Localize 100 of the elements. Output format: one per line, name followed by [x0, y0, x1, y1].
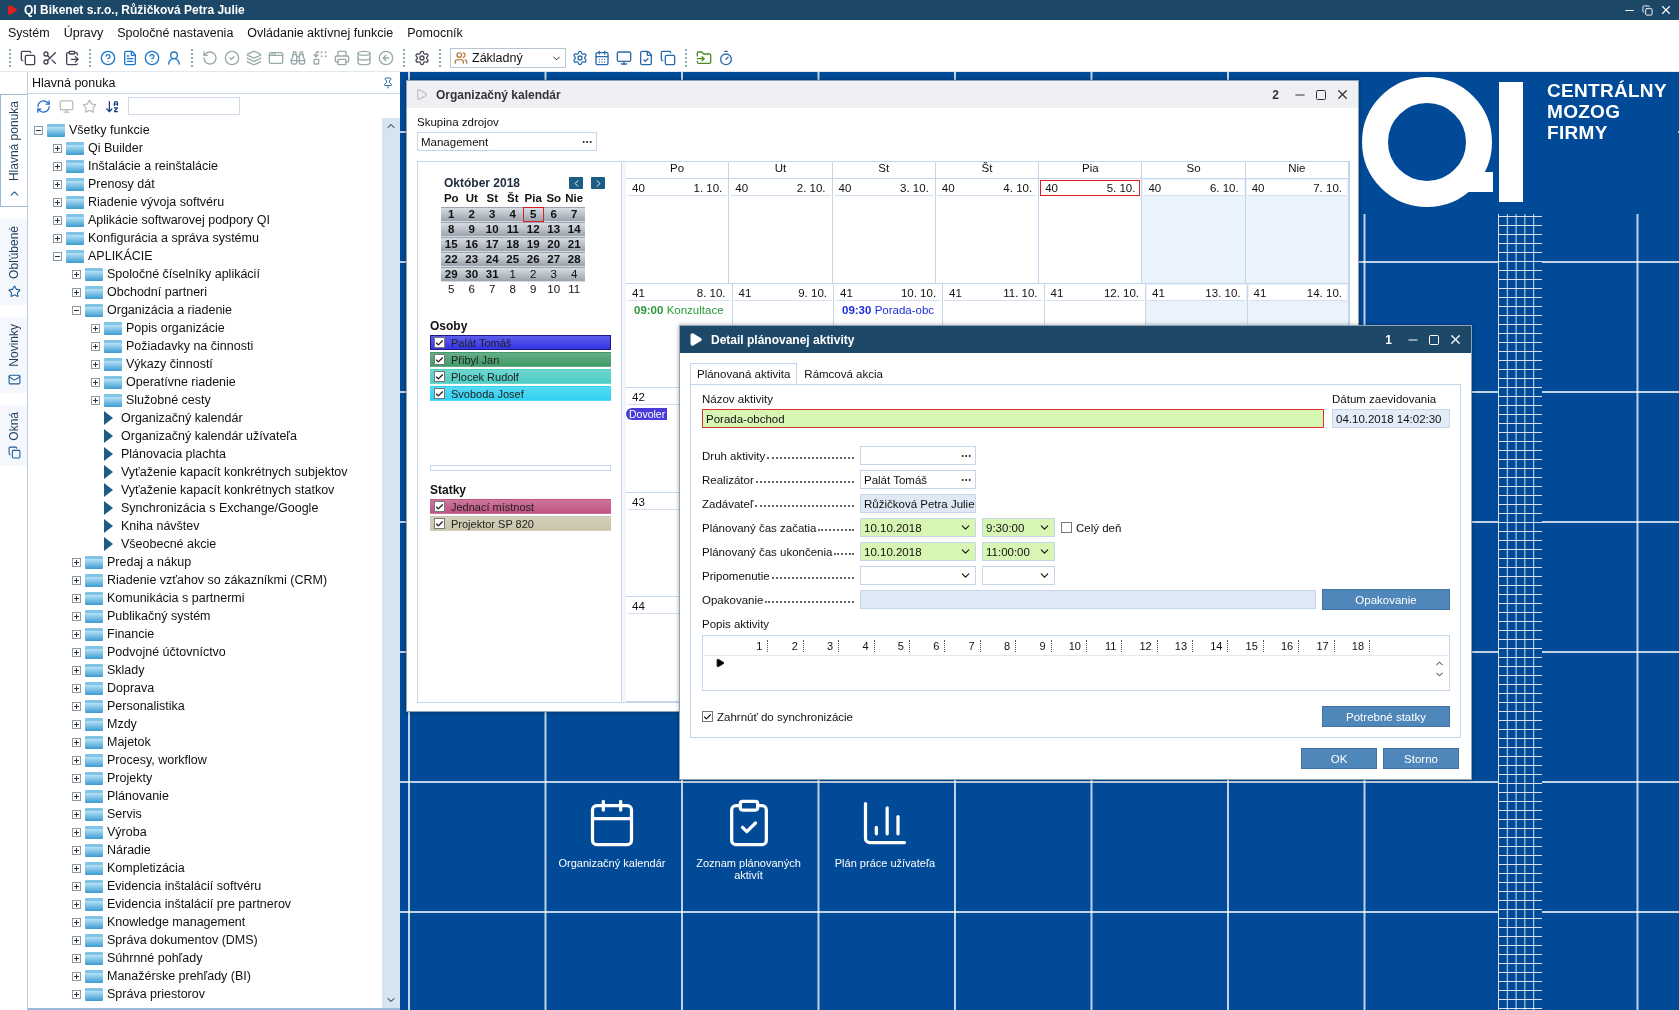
checkbox[interactable] — [1061, 522, 1072, 533]
calendar-day[interactable]: 2 — [523, 267, 544, 282]
paste-icon[interactable] — [64, 50, 80, 66]
calendar-day[interactable]: 6 — [543, 207, 564, 222]
tree-item[interactable]: Mzdy — [107, 717, 137, 731]
scissors-icon[interactable] — [42, 50, 58, 66]
calendar-day[interactable]: 23 — [461, 252, 482, 267]
expand-icon[interactable] — [72, 755, 81, 765]
calendar-day[interactable]: 9 — [523, 282, 544, 297]
calendar-day[interactable]: 24 — [482, 252, 503, 267]
tree-item[interactable]: Financie — [107, 627, 155, 641]
dropdown-field[interactable]: 9:30:00 — [982, 518, 1055, 537]
pin-icon[interactable] — [382, 76, 394, 89]
tree-item[interactable]: Riadenie vzťahov so zákazníkmi (CRM) — [107, 573, 328, 587]
menu-item[interactable]: Pomocník — [407, 25, 463, 40]
help-icon[interactable] — [100, 50, 116, 66]
tree-item[interactable]: Publikačný systém — [107, 609, 211, 623]
person-item[interactable]: Přibyl Jan — [430, 352, 611, 367]
settings-icon[interactable] — [414, 50, 430, 66]
calendar-day[interactable]: 20 — [543, 237, 564, 252]
folder-arrow-icon[interactable] — [696, 50, 712, 66]
expand-icon[interactable] — [72, 737, 81, 747]
expand-icon[interactable] — [91, 323, 100, 333]
name-field[interactable]: Porada-obchod — [702, 409, 1324, 428]
expand-icon[interactable] — [72, 899, 81, 909]
calendar-day[interactable]: 17 — [482, 237, 503, 252]
calendar-day[interactable]: 26 — [523, 252, 544, 267]
button[interactable]: Storno — [1383, 748, 1459, 769]
copy-icon[interactable] — [660, 50, 676, 66]
calendar-day[interactable]: 25 — [502, 252, 523, 267]
dropdown-field[interactable] — [982, 566, 1055, 585]
calendar-day[interactable]: 9 — [461, 222, 482, 237]
tree-item[interactable]: Evidencia inštalácií softvéru — [107, 879, 262, 893]
event[interactable]: 09:00 Konzultace — [626, 301, 732, 318]
tree-item[interactable]: Operatívne riadenie — [126, 375, 236, 389]
collapse-icon[interactable] — [53, 251, 62, 261]
calendar-day[interactable]: 5 — [523, 207, 544, 222]
calendar-day[interactable]: 4 — [502, 207, 523, 222]
expand-icon[interactable] — [53, 233, 62, 243]
help-icon[interactable] — [144, 50, 160, 66]
tree-item[interactable]: Organizácia a riadenie — [107, 303, 233, 317]
calendar-day[interactable]: 27 — [543, 252, 564, 267]
resource-item[interactable]: Projektor SP 820 — [430, 516, 611, 531]
calendar-day[interactable]: 16 — [461, 237, 482, 252]
tree-item[interactable]: Doprava — [107, 681, 155, 695]
expand-icon[interactable] — [72, 845, 81, 855]
tree-item[interactable]: Podvojné účtovníctvo — [107, 645, 226, 659]
tree-item[interactable]: Aplikácie softwarovej podpory QI — [88, 213, 271, 227]
tree-item[interactable]: Procesy, workflow — [107, 753, 207, 767]
person-item[interactable]: Plocek Rudolf — [430, 369, 611, 384]
expand-icon[interactable] — [72, 683, 81, 693]
tree-item[interactable]: Kompletizácia — [107, 861, 185, 875]
tree-item[interactable]: Náradie — [107, 843, 151, 857]
event-bar[interactable]: Dovoler — [626, 408, 668, 421]
expand-icon[interactable] — [91, 359, 100, 369]
check-circle-icon[interactable] — [224, 50, 240, 66]
tree-item[interactable]: Vyťaženie kapacít konkrétnych subjektov — [121, 465, 348, 479]
calendar-day[interactable]: 28 — [564, 252, 585, 267]
tree-item[interactable]: Súhrnné pohľady — [107, 951, 203, 965]
tree-item[interactable]: Správa dokumentov (DMS) — [107, 933, 258, 947]
expand-icon[interactable] — [72, 287, 81, 297]
calendar-day[interactable]: 6 — [461, 282, 482, 297]
expand-icon[interactable] — [72, 647, 81, 657]
tree-item[interactable]: Knowledge management — [107, 915, 246, 929]
expand-icon[interactable] — [53, 161, 62, 171]
calendar-day[interactable]: 13 — [543, 222, 564, 237]
expand-icon[interactable] — [72, 953, 81, 963]
tree-item[interactable]: Manažérske prehľady (BI) — [107, 969, 251, 983]
checkbox[interactable] — [434, 388, 445, 399]
calendar-day[interactable]: 4 — [564, 267, 585, 282]
calendar-day[interactable]: 2 — [461, 207, 482, 222]
desktop-shortcut[interactable]: Organizačný kalendár — [544, 797, 680, 869]
calendar-day[interactable]: 7 — [564, 207, 585, 222]
menu-item[interactable]: Ovládanie aktívnej funkcie — [247, 25, 394, 40]
tree-item[interactable]: Evidencia inštalácií pre partnerov — [107, 897, 292, 911]
next-month-button[interactable] — [591, 177, 605, 189]
side-tab[interactable]: Novinky — [0, 316, 27, 393]
lookup-field[interactable] — [860, 446, 976, 465]
expand-icon[interactable] — [72, 701, 81, 711]
profile-dropdown[interactable]: Základný — [450, 48, 566, 68]
tree-item[interactable]: Výroba — [107, 825, 147, 839]
expand-icon[interactable] — [72, 989, 81, 999]
expand-icon[interactable] — [72, 719, 81, 729]
checkbox[interactable] — [434, 518, 445, 529]
dropdown-field[interactable]: 10.10.2018 — [860, 542, 976, 561]
expand-icon[interactable] — [72, 971, 81, 981]
event[interactable]: 09:30 Porada-obc — [834, 301, 943, 318]
monitor-icon[interactable] — [616, 50, 632, 66]
tree-item[interactable]: Požiadavky na činnosti — [126, 339, 254, 353]
tree-item[interactable]: Projekty — [107, 771, 153, 785]
gear-icon[interactable] — [572, 50, 588, 66]
calendar-day[interactable]: 10 — [543, 282, 564, 297]
expand-icon[interactable] — [53, 215, 62, 225]
side-tab[interactable]: Obľúbené — [0, 219, 27, 305]
user-icon[interactable] — [166, 50, 182, 66]
expand-icon[interactable] — [72, 629, 81, 639]
copy-icon[interactable] — [20, 50, 36, 66]
calendar-day[interactable]: 29 — [441, 267, 462, 282]
text-editor[interactable]: 1 2 3 4 5 6 7 8 9 10 11 12 13 14 15 16 17 18 — [702, 635, 1450, 691]
restore-icon[interactable] — [1642, 4, 1653, 16]
